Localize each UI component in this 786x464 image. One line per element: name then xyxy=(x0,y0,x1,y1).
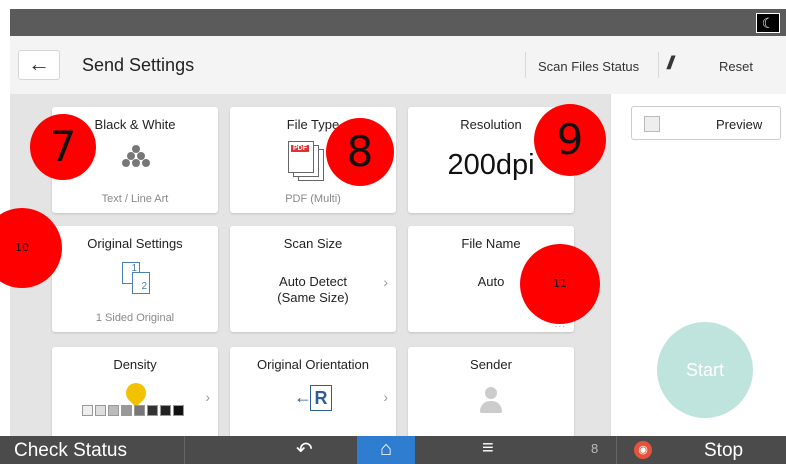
scan-files-status-button[interactable]: Scan Files Status xyxy=(538,59,639,74)
tile-title: Original Settings xyxy=(87,236,183,251)
start-button[interactable]: Start xyxy=(657,322,753,418)
tile-subtitle: PDF (Multi) xyxy=(285,193,341,205)
annotation-badge-8: 8 xyxy=(326,118,394,186)
preview-toggle[interactable]: Preview xyxy=(631,106,781,140)
check-status-button[interactable]: Check Status xyxy=(14,440,127,462)
bottom-bar: Check Status ↶ ⌂ ≡ 8 ◉ Stop xyxy=(0,436,786,464)
right-panel: Preview Start xyxy=(610,94,786,436)
original-pages-icon: 1 2 xyxy=(122,262,154,294)
stop-icon[interactable]: ◉ xyxy=(634,441,652,459)
annotation-badge-9: 9 xyxy=(534,104,606,176)
tile-title: Scan Size xyxy=(283,236,343,251)
density-tile[interactable]: Density › xyxy=(52,347,218,436)
orientation-icon: ← R xyxy=(290,383,336,417)
chevron-right-icon: › xyxy=(383,274,388,290)
moon-icon[interactable]: ☾ xyxy=(756,13,780,33)
data-icon: 8 xyxy=(591,441,599,456)
tile-title: Original Orientation xyxy=(257,357,369,372)
preview-checkbox[interactable] xyxy=(644,116,660,132)
tile-title: Density xyxy=(113,357,157,372)
settings-grid: Black & White Text / Line Art File Type … xyxy=(10,94,610,436)
system-top-bar: ☾ xyxy=(10,9,786,36)
density-scale-icon xyxy=(82,405,184,416)
divider xyxy=(658,52,659,78)
tile-subtitle: 1 Sided Original xyxy=(95,312,175,324)
chevron-right-icon: › xyxy=(205,389,210,405)
pdf-icon: PDF xyxy=(288,141,328,181)
tile-title: Sender xyxy=(470,357,512,372)
chevron-right-icon: › xyxy=(383,389,388,405)
back-nav-icon[interactable]: ↶ xyxy=(296,437,313,462)
annotation-badge-11: 11 xyxy=(520,244,600,324)
original-settings-tile[interactable]: Original Settings 1 2 1 Sided Original xyxy=(52,226,218,332)
tile-subtitle: Text / Line Art xyxy=(101,193,169,205)
scan-size-tile[interactable]: Scan Size Auto Detect (Same Size) › xyxy=(230,226,396,332)
divider xyxy=(616,436,617,464)
reset-icon[interactable]: // xyxy=(667,53,674,74)
scan-size-value: Auto Detect (Same Size) xyxy=(277,274,349,305)
page-header: ← Send Settings Scan Files Status // Res… xyxy=(10,36,786,94)
density-pin-icon xyxy=(121,378,151,408)
menu-icon[interactable]: ≡ xyxy=(482,437,494,460)
person-icon xyxy=(480,387,502,415)
original-orientation-tile[interactable]: Original Orientation ← R › xyxy=(230,347,396,436)
sender-tile[interactable]: Sender xyxy=(408,347,574,436)
annotation-badge-7: 7 xyxy=(30,114,96,180)
divider xyxy=(525,52,526,78)
stop-button[interactable]: Stop xyxy=(704,440,743,462)
divider xyxy=(184,436,185,464)
home-icon[interactable]: ⌂ xyxy=(357,436,415,464)
preview-label: Preview xyxy=(716,117,763,132)
page-title: Send Settings xyxy=(82,55,195,75)
back-button[interactable]: ← xyxy=(18,50,60,80)
color-mode-icon xyxy=(122,145,150,167)
reset-button[interactable]: Reset xyxy=(719,59,753,74)
